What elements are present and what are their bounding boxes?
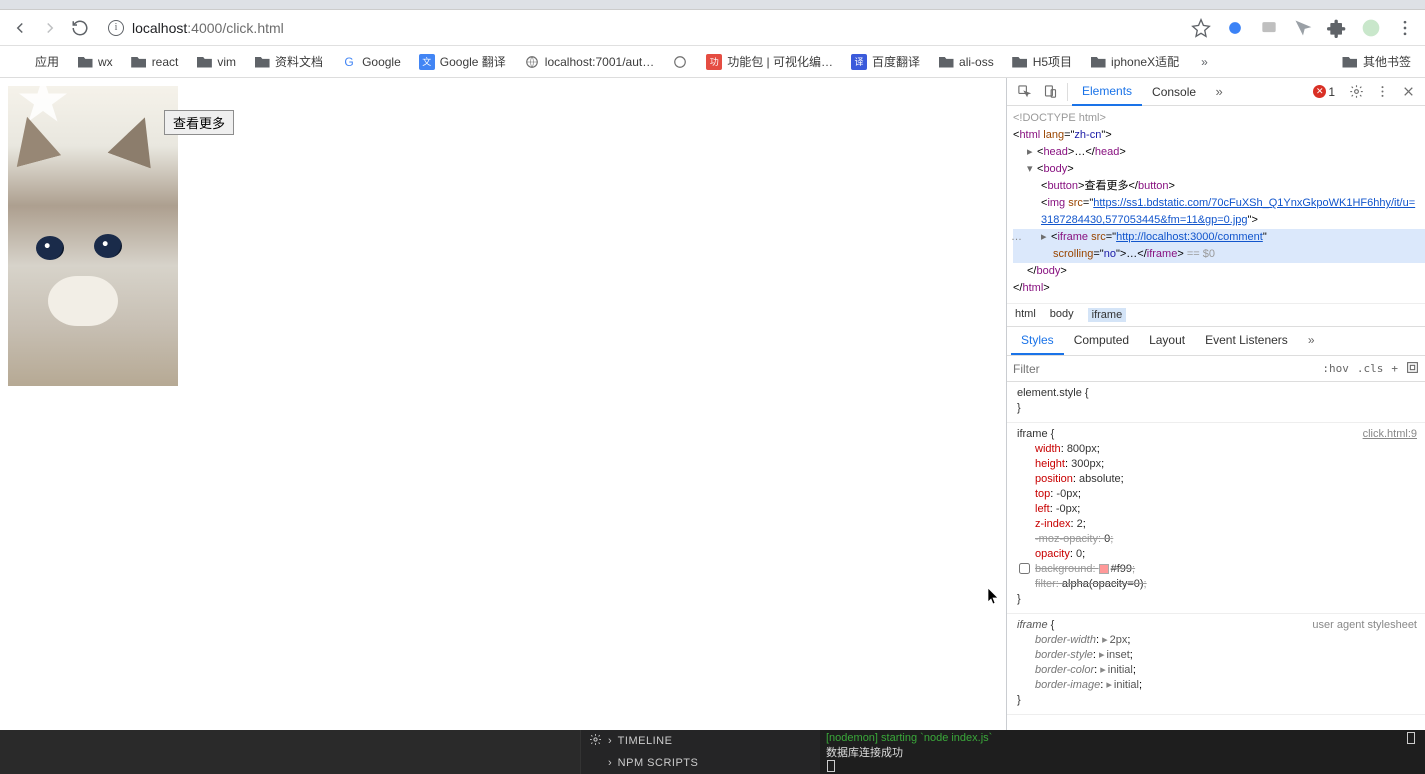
tab-event-listeners[interactable]: Event Listeners <box>1195 327 1298 355</box>
tab-layout[interactable]: Layout <box>1139 327 1195 355</box>
cat-image <box>8 86 178 386</box>
elements-tree[interactable]: <!DOCTYPE html> <html lang="zh-cn"> ▸<he… <box>1007 106 1425 303</box>
bookmark-folder[interactable]: H5项目 <box>1006 50 1078 73</box>
back-icon[interactable] <box>10 18 30 38</box>
extension-icon-3[interactable] <box>1293 18 1313 38</box>
browser-toolbar: i localhost:4000/click.html <box>0 10 1425 46</box>
chevron-right-icon: › <box>608 735 612 747</box>
menu-icon[interactable] <box>1395 18 1415 38</box>
styles-tabs: Styles Computed Layout Event Listeners » <box>1007 327 1425 356</box>
tab-styles[interactable]: Styles <box>1011 327 1064 355</box>
bookmark-folder[interactable]: wx <box>71 51 119 73</box>
new-rule-icon[interactable]: + <box>1391 362 1398 375</box>
extensions-icon[interactable] <box>1327 18 1347 38</box>
selected-node[interactable]: ▸<iframe src="http://localhost:3000/comm… <box>1013 229 1425 263</box>
apps-shortcut[interactable]: 应用 <box>8 50 65 73</box>
styles-filter-row: :hov .cls + <box>1007 356 1425 382</box>
url-text: localhost:4000/click.html <box>132 20 284 36</box>
dom-breadcrumb[interactable]: html body iframe <box>1007 303 1425 327</box>
pane-cursor <box>1407 732 1415 744</box>
terminal[interactable]: [nodemon] starting `node index.js` 数据库连接… <box>820 730 1395 774</box>
property-toggle[interactable] <box>1019 563 1030 574</box>
chevron-right-icon: › <box>608 757 612 769</box>
address-bar[interactable]: i localhost:4000/click.html <box>100 14 1181 42</box>
bookmark-folder[interactable]: ali-oss <box>932 51 1000 73</box>
bookmark-folder[interactable]: vim <box>190 51 242 73</box>
bookmark-item[interactable]: 译百度翻译 <box>845 50 926 73</box>
more-icon[interactable] <box>1369 79 1395 105</box>
bookmark-item[interactable]: GGoogle <box>335 51 407 73</box>
tab-console[interactable]: Console <box>1142 79 1206 105</box>
source-link[interactable]: click.html:9 <box>1363 427 1417 442</box>
reload-icon[interactable] <box>70 18 90 38</box>
profile-avatar[interactable] <box>1361 18 1381 38</box>
color-swatch[interactable] <box>1099 564 1109 574</box>
bookmark-folder[interactable]: iphoneX适配 <box>1084 50 1185 73</box>
tab-computed[interactable]: Computed <box>1064 327 1139 355</box>
error-count[interactable]: ✕1 <box>1313 85 1335 99</box>
timeline-row[interactable]: › TIMELINE <box>581 730 820 752</box>
terminal-cursor <box>827 760 835 772</box>
tabs-overflow-icon[interactable]: » <box>1206 79 1232 105</box>
bookmark-item[interactable] <box>666 51 694 73</box>
tabs-overflow-icon[interactable]: » <box>1298 327 1325 355</box>
devtools-toolbar: Elements Console » ✕1 <box>1007 78 1425 106</box>
bookmarks-overflow[interactable]: » <box>1195 52 1214 72</box>
styles-pane[interactable]: element.style { } click.html:9 iframe { … <box>1007 382 1425 730</box>
settings-icon[interactable] <box>1343 79 1369 105</box>
bookmark-item[interactable]: 文Google 翻译 <box>413 50 512 73</box>
styles-filter-input[interactable] <box>1013 362 1314 376</box>
cls-toggle[interactable]: .cls <box>1357 362 1384 375</box>
star-icon[interactable] <box>1191 18 1211 38</box>
bottom-panel: › TIMELINE › NPM SCRIPTS [nodemon] start… <box>0 730 1425 774</box>
view-more-button[interactable]: 查看更多 <box>164 110 234 135</box>
extension-icon-2[interactable] <box>1259 18 1279 38</box>
inspect-icon[interactable] <box>1011 79 1037 105</box>
gear-icon <box>589 733 602 749</box>
bookmarks-bar: 应用 wx react vim 资料文档 GGoogle 文Google 翻译 … <box>0 46 1425 78</box>
bookmark-folder[interactable]: react <box>125 51 185 73</box>
devtools-panel: Elements Console » ✕1 <!DOCTYPE html> <h… <box>1006 78 1425 730</box>
tab-elements[interactable]: Elements <box>1072 78 1142 106</box>
npm-row[interactable]: › NPM SCRIPTS <box>581 752 820 774</box>
site-info-icon[interactable]: i <box>108 20 124 36</box>
forward-icon[interactable] <box>40 18 60 38</box>
page-content: 查看更多 <box>0 78 1006 730</box>
hov-toggle[interactable]: :hov <box>1322 362 1349 375</box>
bookmark-item[interactable]: 功功能包 | 可视化编… <box>700 50 839 73</box>
other-bookmarks[interactable]: 其他书签 <box>1336 50 1417 73</box>
close-icon[interactable] <box>1395 79 1421 105</box>
device-toggle-icon[interactable] <box>1037 79 1063 105</box>
bookmark-item[interactable]: localhost:7001/aut… <box>518 51 660 73</box>
bookmark-folder[interactable]: 资料文档 <box>248 50 329 73</box>
box-model-icon[interactable] <box>1406 361 1419 377</box>
browser-tab-strip <box>0 0 1425 10</box>
extension-icon[interactable] <box>1225 18 1245 38</box>
